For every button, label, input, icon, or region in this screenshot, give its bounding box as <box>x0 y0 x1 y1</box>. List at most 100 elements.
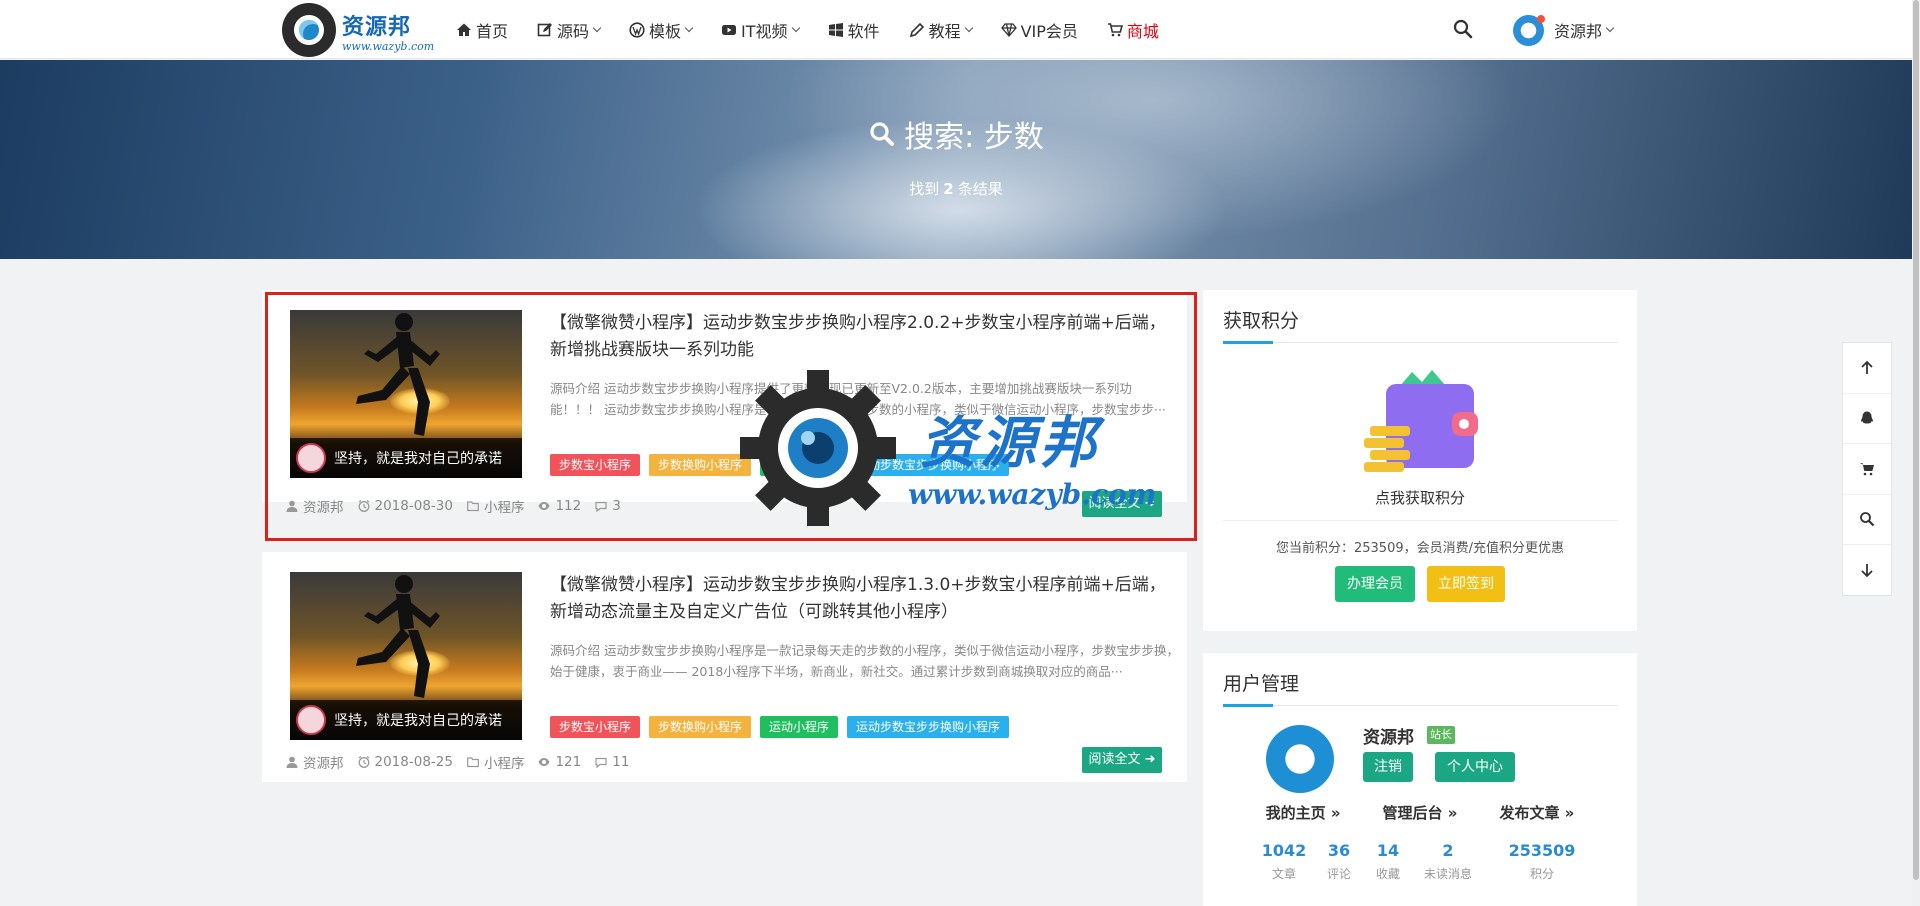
nav-label: VIP会员 <box>1020 21 1078 41</box>
admin-link[interactable]: 管理后台 » <box>1383 802 1458 823</box>
become-member-button[interactable]: 办理会员 <box>1335 566 1415 602</box>
nav-tutorial[interactable]: 教程 <box>909 18 973 42</box>
post-meta: 资源邦 2018-08-25 小程序 121 11 <box>286 752 643 772</box>
stat-points[interactable]: 253509 积分 <box>1486 841 1598 882</box>
stat-value: 36 <box>1327 841 1351 860</box>
widget-title: 用户管理 <box>1223 673 1300 695</box>
youtube-icon <box>722 24 737 35</box>
user-menu[interactable]: 资源邦 <box>1513 14 1615 46</box>
nav-label: 商城 <box>1126 21 1159 41</box>
get-points-link[interactable]: 点我获取积分 <box>1203 487 1637 508</box>
tag-link[interactable]: 步数宝小程序 <box>550 716 641 738</box>
role-badge: 站长 <box>1427 726 1455 744</box>
divider <box>1223 520 1618 521</box>
sign-in-button[interactable]: 立即签到 <box>1427 566 1505 602</box>
scroll-top-button[interactable] <box>1843 343 1891 394</box>
wallet-icon[interactable] <box>1360 366 1480 476</box>
user-stats: 1042 文章 36 评论 14 收藏 2 未读消息 253509 积分 <box>1259 841 1598 882</box>
nav-source[interactable]: 源码 <box>537 18 602 42</box>
stat-comments[interactable]: 36 评论 <box>1312 841 1366 882</box>
user-widget: 用户管理 资源邦 站长 注销 个人中心 我的主页 » 管理后台 » 发布文章 »… <box>1203 653 1637 906</box>
meta-category-text: 小程序 <box>483 756 525 772</box>
meta-author-text: 资源邦 <box>303 756 344 772</box>
scrollbar-thumb[interactable] <box>1913 0 1919 880</box>
nav-label: 源码 <box>557 21 590 41</box>
nav-it-video[interactable]: IT视频 <box>721 18 800 42</box>
nav-template[interactable]: 模板 <box>629 18 694 42</box>
post-excerpt: 源码介绍 运动步数宝步步换购小程序是一款记录每天走的步数的小程序，类似于微信运动… <box>550 643 1179 679</box>
stat-favorites[interactable]: 14 收藏 <box>1366 841 1410 882</box>
user-name: 资源邦 <box>1554 22 1603 41</box>
tag-link[interactable]: 运动步数宝步步换购小程序 <box>847 716 1010 738</box>
stat-label: 文章 <box>1271 867 1296 881</box>
avatar[interactable] <box>1266 725 1334 793</box>
user-icon <box>286 756 298 768</box>
search-title: 搜索: 步数 <box>0 112 1912 156</box>
post-thumbnail[interactable]: 坚持，就是我对自己的承诺 <box>290 572 522 740</box>
meta-views-text: 121 <box>555 754 582 770</box>
scroll-bottom-button[interactable] <box>1843 545 1891 596</box>
my-home-link[interactable]: 我的主页 » <box>1266 802 1341 823</box>
divider <box>1223 341 1618 344</box>
diamond-icon <box>1000 22 1017 37</box>
cart-button[interactable] <box>1843 444 1891 495</box>
user-center-button[interactable]: 个人中心 <box>1435 752 1515 782</box>
chevron-down-icon <box>964 23 973 32</box>
search-banner: 搜索: 步数 找到 2 条结果 <box>0 60 1912 259</box>
current-points-text: 您当前积分：253509，会员消费/充值积分更优惠 <box>1275 541 1564 556</box>
stat-label: 评论 <box>1326 867 1351 881</box>
result-count-prefix: 找到 <box>909 180 940 198</box>
meta-comments[interactable]: 11 <box>595 754 629 770</box>
site-logo[interactable]: 资源邦 www.wazyb.com <box>282 3 442 57</box>
notification-dot <box>1537 14 1545 23</box>
cart-icon <box>1860 462 1874 476</box>
meta-comments-text: 11 <box>612 754 630 770</box>
avatar <box>1513 14 1545 46</box>
meta-category[interactable]: 小程序 <box>467 752 525 772</box>
nav-label: IT视频 <box>741 21 788 41</box>
divider <box>1223 704 1618 707</box>
stat-articles[interactable]: 1042 文章 <box>1259 841 1309 882</box>
nav-label: 软件 <box>847 21 880 41</box>
arrow-up-icon <box>1861 360 1873 374</box>
nav-home[interactable]: 首页 <box>456 18 508 42</box>
nav-vip[interactable]: VIP会员 <box>1000 18 1078 42</box>
search-button[interactable] <box>1843 495 1891 545</box>
arrow-down-icon <box>1861 564 1873 578</box>
user-links: 我的主页 » 管理后台 » 发布文章 » <box>1203 802 1637 823</box>
tag-link[interactable]: 步数换购小程序 <box>649 716 752 738</box>
chevron-down-icon <box>592 23 602 32</box>
chevron-down-icon <box>684 23 694 32</box>
stat-unread[interactable]: 2 未读消息 <box>1410 841 1486 882</box>
search-icon <box>870 122 895 146</box>
search-icon <box>1860 512 1875 527</box>
main-nav: 首页 源码 模板 IT视频 软件 教程 VIP会员 商城 <box>456 0 1188 59</box>
tag-link[interactable]: 运动小程序 <box>760 716 839 738</box>
caption-text: 坚持，就是我对自己的承诺 <box>334 713 502 729</box>
logout-button[interactable]: 注销 <box>1363 752 1413 782</box>
chevron-down-icon <box>1605 23 1615 33</box>
stat-label: 未读消息 <box>1423 867 1472 881</box>
search-icon[interactable] <box>1452 18 1474 40</box>
nav-software[interactable]: 软件 <box>828 18 880 42</box>
publish-article-link[interactable]: 发布文章 » <box>1499 802 1574 823</box>
eye-icon <box>538 758 550 766</box>
user-name: 资源邦 <box>1363 728 1414 748</box>
wordpress-icon <box>629 21 645 38</box>
meta-author[interactable]: 资源邦 <box>286 752 344 772</box>
caption-avatar <box>296 705 326 735</box>
widget-title: 获取积分 <box>1223 310 1300 332</box>
stat-label: 积分 <box>1529 867 1554 881</box>
float-toolbar <box>1842 342 1892 596</box>
edit-icon <box>537 22 553 36</box>
read-more-button[interactable]: 阅读全文 ➜ <box>1082 747 1162 773</box>
search-result-count: 找到 2 条结果 <box>0 178 1912 199</box>
post-title[interactable]: 【微擎微赞小程序】运动步数宝步步换购小程序1.3.0+步数宝小程序前端+后端，新… <box>550 572 1180 626</box>
nav-shop[interactable]: 商城 <box>1107 18 1159 42</box>
runner-silhouette <box>356 575 440 698</box>
qq-button[interactable] <box>1843 394 1891 444</box>
result-count-number: 2 <box>943 180 954 198</box>
stat-value: 1042 <box>1261 841 1307 860</box>
logo-gear-icon <box>282 3 336 57</box>
chevron-down-icon <box>791 23 800 32</box>
